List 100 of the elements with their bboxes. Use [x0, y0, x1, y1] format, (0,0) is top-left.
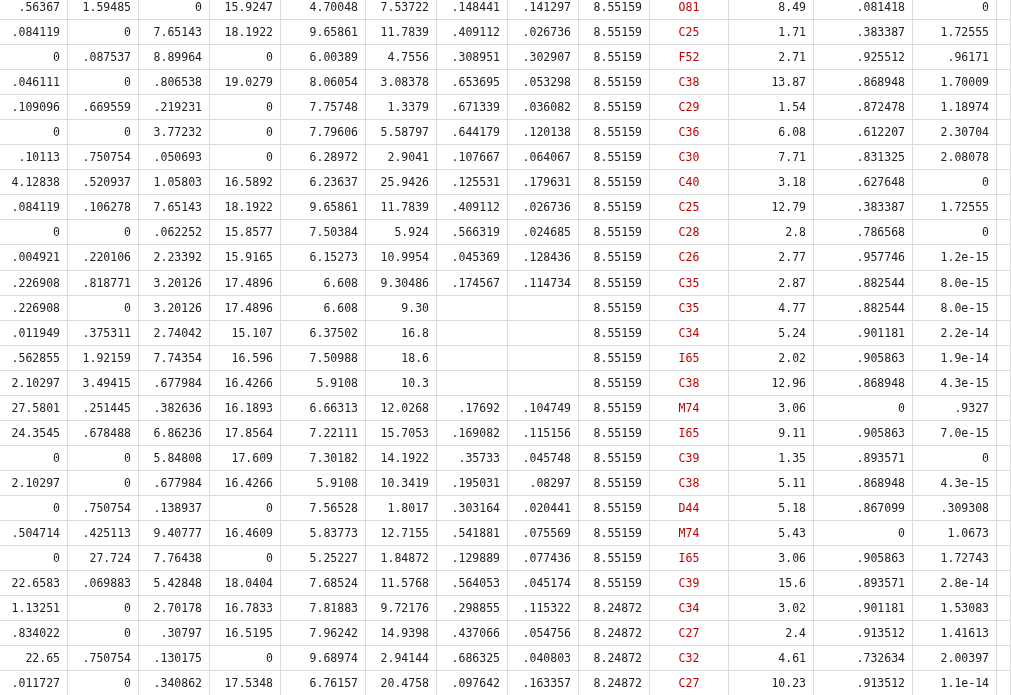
table-cell: .077436: [522, 551, 571, 566]
table-cell: 1.59485: [82, 0, 131, 14]
table-cell: .115156: [522, 425, 571, 440]
table-cell: .520937: [82, 175, 131, 190]
table-cell: 7.53722: [380, 0, 429, 14]
table-cell: 2.94144: [380, 651, 429, 666]
table-cell: 7.65143: [153, 25, 202, 40]
table-cell: C32: [678, 651, 700, 666]
table-cell: 8.24872: [593, 601, 642, 616]
table-cell: .08297: [529, 475, 571, 490]
table-cell: 0: [266, 50, 273, 65]
table-cell: .541881: [451, 526, 500, 540]
table-cell: 7.74354: [153, 350, 202, 365]
table-cell: 0: [266, 551, 273, 566]
table-cell: 18.0404: [224, 576, 273, 591]
table-cell: 5.924: [394, 225, 429, 240]
table-cell: .893571: [856, 450, 905, 465]
table-cell: 15.107: [231, 325, 273, 340]
table-cell: 0: [124, 601, 131, 616]
table-cell: .566319: [451, 225, 500, 240]
table-cell: .302907: [522, 50, 571, 65]
table-cell: 9.40777: [153, 526, 202, 540]
table-cell: 25.9426: [380, 175, 429, 190]
table-cell: .750754: [82, 150, 131, 165]
table-cell: .669559: [82, 100, 131, 115]
table-cell: .925512: [856, 50, 905, 65]
table-cell: 5.84808: [153, 450, 202, 465]
table-cell: O81: [678, 0, 700, 14]
table-cell: 1.18974: [940, 100, 989, 115]
table-cell: 3.20126: [153, 300, 202, 315]
table-cell: 3.77232: [153, 125, 202, 140]
table-cell: .750754: [82, 651, 131, 666]
table-cell: 0: [982, 175, 989, 190]
table-cell: C38: [678, 475, 700, 490]
table-cell: 0: [124, 225, 131, 240]
table-cell: 4.61: [778, 651, 806, 666]
table-cell: .084119: [11, 25, 60, 40]
table-cell: .905863: [856, 425, 905, 440]
table-cell: 18.1922: [224, 200, 273, 215]
table-cell: .026736: [522, 25, 571, 40]
table-cell: .107667: [451, 150, 500, 165]
table-cell: 5.11: [778, 475, 806, 490]
table-cell: 1.41613: [940, 626, 989, 641]
table-cell: 27.5801: [11, 400, 60, 415]
table-cell: 12.7155: [380, 526, 429, 540]
table-cell: .219231: [153, 100, 202, 115]
table-cell: 16.4266: [224, 475, 273, 490]
table-cell: .220106: [82, 250, 131, 265]
table-cell: 17.609: [231, 450, 273, 465]
table-cell: I65: [678, 425, 700, 440]
table-cell: 6.66313: [309, 400, 358, 415]
table-cell: 8.55159: [593, 25, 642, 40]
table-cell: 0: [124, 450, 131, 465]
table-cell: .383387: [856, 25, 905, 40]
table-cell: .114734: [522, 275, 571, 290]
table-cell: 11.7839: [380, 200, 429, 215]
table-cell: 8.55159: [593, 225, 642, 240]
table-cell: .671339: [451, 100, 500, 115]
table-cell: 7.96242: [309, 626, 358, 641]
table-cell: 2.77: [778, 250, 806, 265]
table-cell: 7.65143: [153, 200, 202, 215]
table-cell: 16.1893: [224, 400, 273, 415]
table-cell: 0: [124, 626, 131, 641]
table-cell: C38: [678, 75, 700, 90]
table-cell: 2.10297: [11, 475, 60, 490]
table-cell: 9.11: [778, 425, 806, 440]
table-cell: 5.58797: [380, 125, 429, 140]
table-cell: 1.35: [778, 450, 806, 465]
table-cell: .141297: [522, 0, 571, 14]
table-cell: C34: [678, 325, 700, 340]
table-cell: F52: [678, 50, 700, 65]
table-cell: 8.55159: [593, 250, 642, 265]
table-cell: 1.0673: [947, 526, 989, 540]
table-cell: 8.55159: [593, 50, 642, 65]
table-cell: .011949: [11, 325, 60, 340]
table-cell: .831325: [856, 150, 905, 165]
table-cell: 0: [53, 125, 60, 140]
table-cell: C38: [678, 375, 700, 390]
table-cell: .036082: [522, 100, 571, 115]
table-cell: .913512: [856, 626, 905, 641]
table-cell: .004921: [11, 250, 60, 265]
table-cell: C25: [678, 25, 700, 40]
table-cell: .750754: [82, 500, 131, 515]
table-cell: 16.4266: [224, 375, 273, 390]
table-cell: .026736: [522, 200, 571, 215]
table-cell: 8.55159: [593, 275, 642, 290]
table-cell: 2.10297: [11, 375, 60, 390]
table-cell: .129889: [451, 551, 500, 566]
table-cell: 7.79606: [309, 125, 358, 140]
table-cell: 22.6583: [11, 576, 60, 591]
table-cell: .069883: [82, 576, 131, 591]
table-cell: .9327: [954, 400, 989, 415]
table-cell: I65: [678, 350, 700, 365]
table-cell: 8.55159: [593, 100, 642, 115]
table-cell: 0: [53, 450, 60, 465]
table-cell: .868948: [856, 475, 905, 490]
table-cell: .109096: [11, 100, 60, 115]
table-cell: 0: [124, 475, 131, 490]
table-cell: 1.2e-15: [940, 250, 989, 265]
table-cell: 15.9165: [224, 250, 273, 265]
